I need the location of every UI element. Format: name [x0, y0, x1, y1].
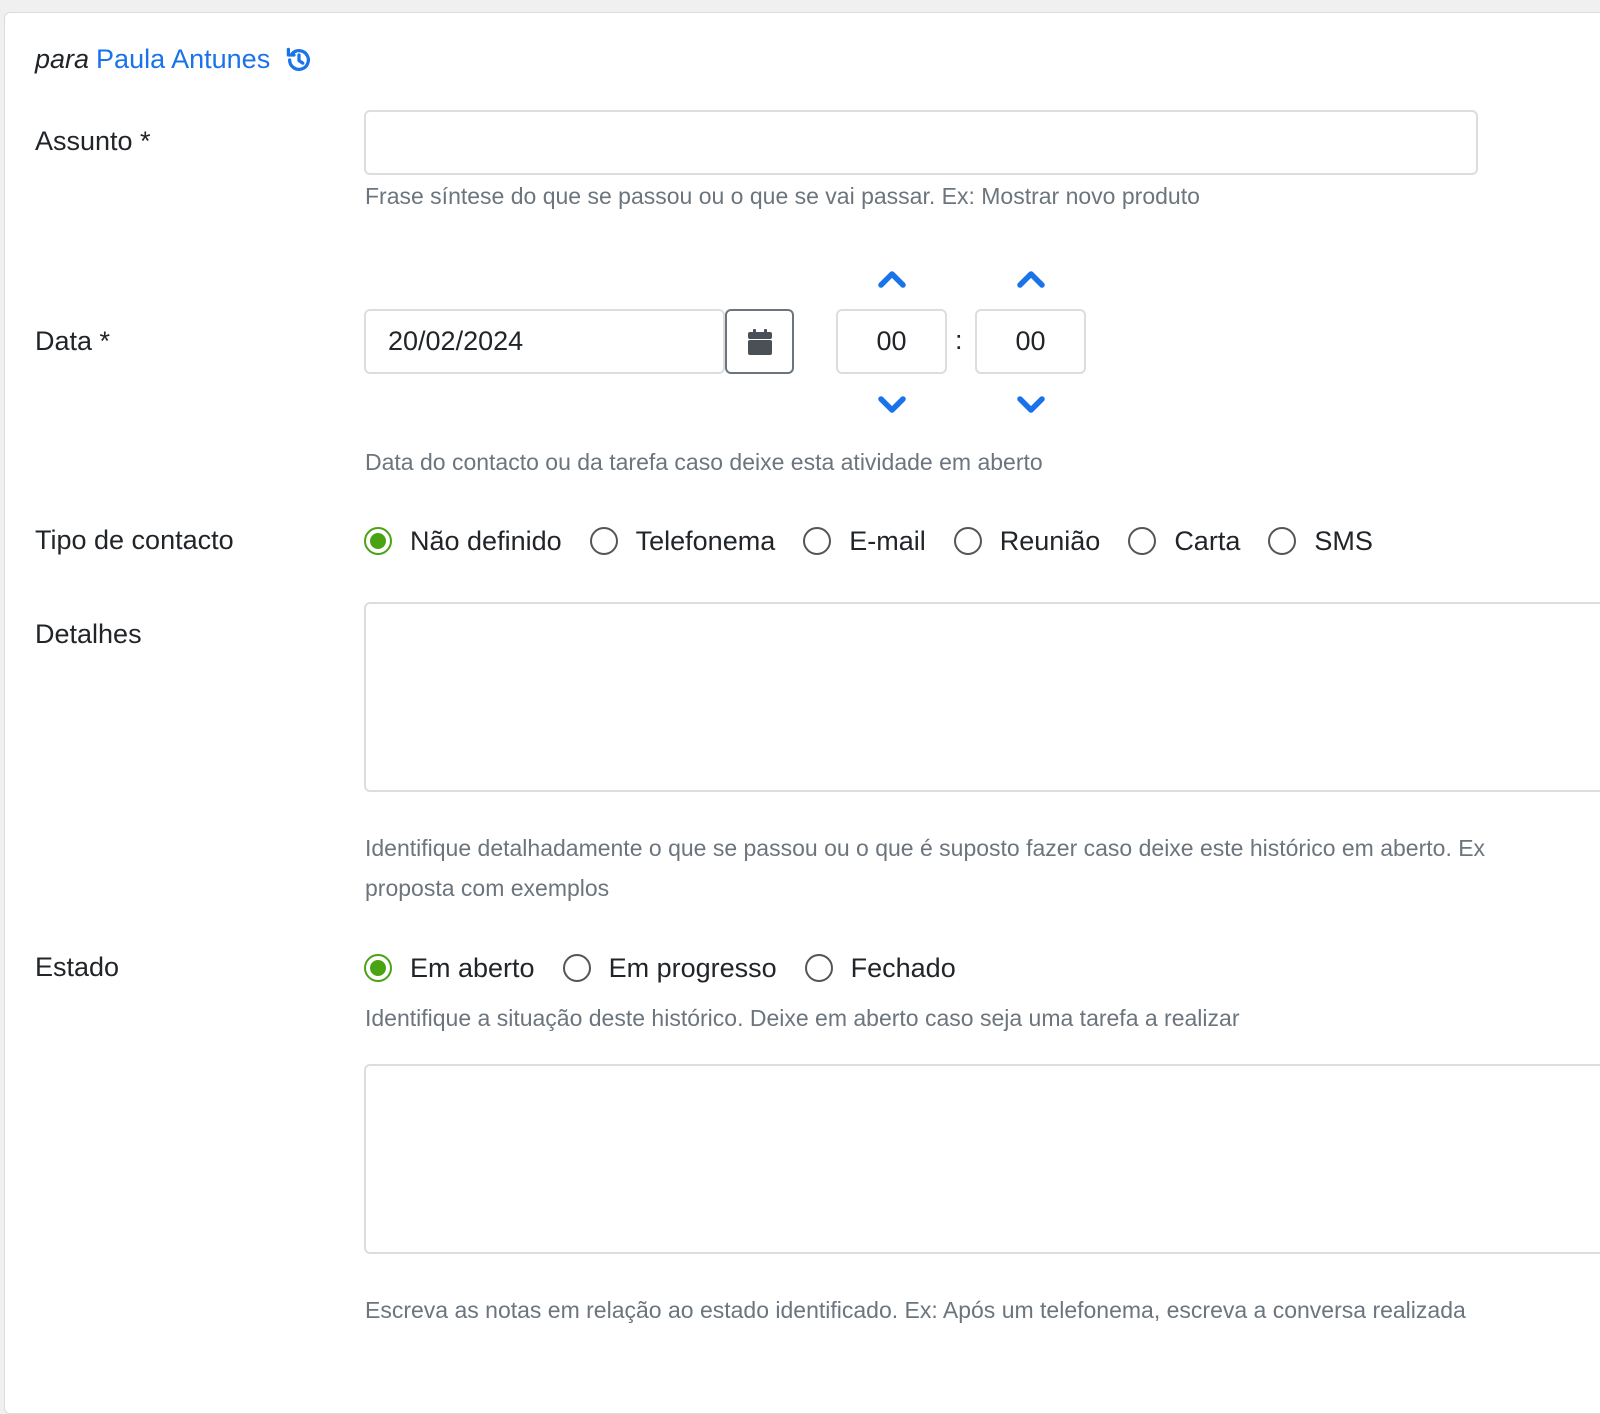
estado-notes-help: Escreva as notas em relação ao estado id… [365, 1297, 1466, 1323]
time-separator: : [955, 325, 963, 355]
radio-label: Não definido [410, 525, 562, 556]
radio-button[interactable] [562, 954, 591, 982]
minute-increment-icon[interactable] [1016, 268, 1046, 290]
radio-option-telefonema[interactable]: Telefonema [589, 525, 776, 557]
radio-option-email[interactable]: E-mail [803, 526, 926, 557]
radio-option-fechado[interactable]: Fechado [804, 952, 956, 984]
radio-option-nao-definido[interactable]: Não definido [364, 526, 562, 557]
minute-input[interactable]: 00 [975, 309, 1086, 374]
radio-label: Reunião [999, 525, 1101, 556]
radio-button[interactable] [804, 954, 833, 982]
radio-button[interactable] [589, 527, 618, 555]
calendar-button[interactable] [725, 309, 794, 374]
radio-option-carta[interactable]: Carta [1128, 526, 1240, 557]
radio-button[interactable] [803, 527, 832, 555]
date-value: 20/02/2024 [388, 326, 524, 356]
detalhes-textarea[interactable] [364, 602, 1600, 792]
assunto-label: Assunto * [35, 126, 151, 156]
tipo-contacto-options: Não definido Telefonema E-mail Reunião C… [364, 522, 1373, 560]
detalhes-help-line1: Identifique detalhadamente o que se pass… [365, 835, 1486, 861]
hour-increment-icon[interactable] [877, 268, 907, 290]
radio-button[interactable] [953, 527, 982, 555]
radio-button-checked[interactable] [364, 527, 392, 555]
radio-label: Fechado [850, 952, 956, 983]
data-help: Data do contacto ou da tarefa caso deixe… [365, 449, 1043, 475]
radio-label: Em progresso [608, 952, 777, 983]
contact-name-link[interactable]: Paula Antunes [96, 44, 270, 75]
radio-option-em-progresso[interactable]: Em progresso [562, 952, 777, 984]
assunto-help: Frase síntese do que se passou ou o que … [365, 183, 1200, 209]
detalhes-help-line2: proposta com exemplos [365, 875, 610, 901]
hour-value: 00 [876, 326, 907, 356]
radio-label: E-mail [849, 525, 926, 556]
radio-button[interactable] [1268, 527, 1297, 555]
estado-help: Identifique a situação deste histórico. … [365, 1005, 1240, 1031]
detalhes-label: Detalhes [35, 619, 142, 649]
radio-option-reuniao[interactable]: Reunião [953, 525, 1101, 557]
radio-label: Telefonema [635, 525, 776, 556]
minute-decrement-icon[interactable] [1016, 394, 1046, 416]
hour-decrement-icon[interactable] [877, 394, 907, 416]
header-line: para Paula Antunes [35, 44, 314, 75]
detalhes-help: Identifique detalhadamente o que se pass… [365, 828, 1600, 908]
hour-input[interactable]: 00 [836, 309, 947, 374]
tipo-contacto-label: Tipo de contacto [35, 525, 234, 555]
estado-label: Estado [35, 952, 120, 982]
estado-options: Em aberto Em progresso Fechado [364, 949, 956, 987]
estado-notes-textarea[interactable] [364, 1064, 1600, 1254]
date-input[interactable]: 20/02/2024 [364, 309, 725, 374]
calendar-icon [747, 328, 773, 356]
radio-button[interactable] [1128, 527, 1157, 555]
header-prefix: para [35, 44, 90, 74]
radio-label: Carta [1174, 525, 1241, 556]
minute-value: 00 [1015, 326, 1046, 356]
radio-label: Em aberto [410, 952, 535, 983]
data-label: Data * [35, 326, 111, 356]
radio-button-checked[interactable] [364, 954, 392, 982]
radio-label: SMS [1314, 525, 1373, 556]
assunto-input[interactable] [364, 110, 1478, 175]
history-icon[interactable] [284, 45, 314, 75]
radio-option-em-aberto[interactable]: Em aberto [364, 953, 535, 984]
radio-option-sms[interactable]: SMS [1268, 526, 1373, 557]
